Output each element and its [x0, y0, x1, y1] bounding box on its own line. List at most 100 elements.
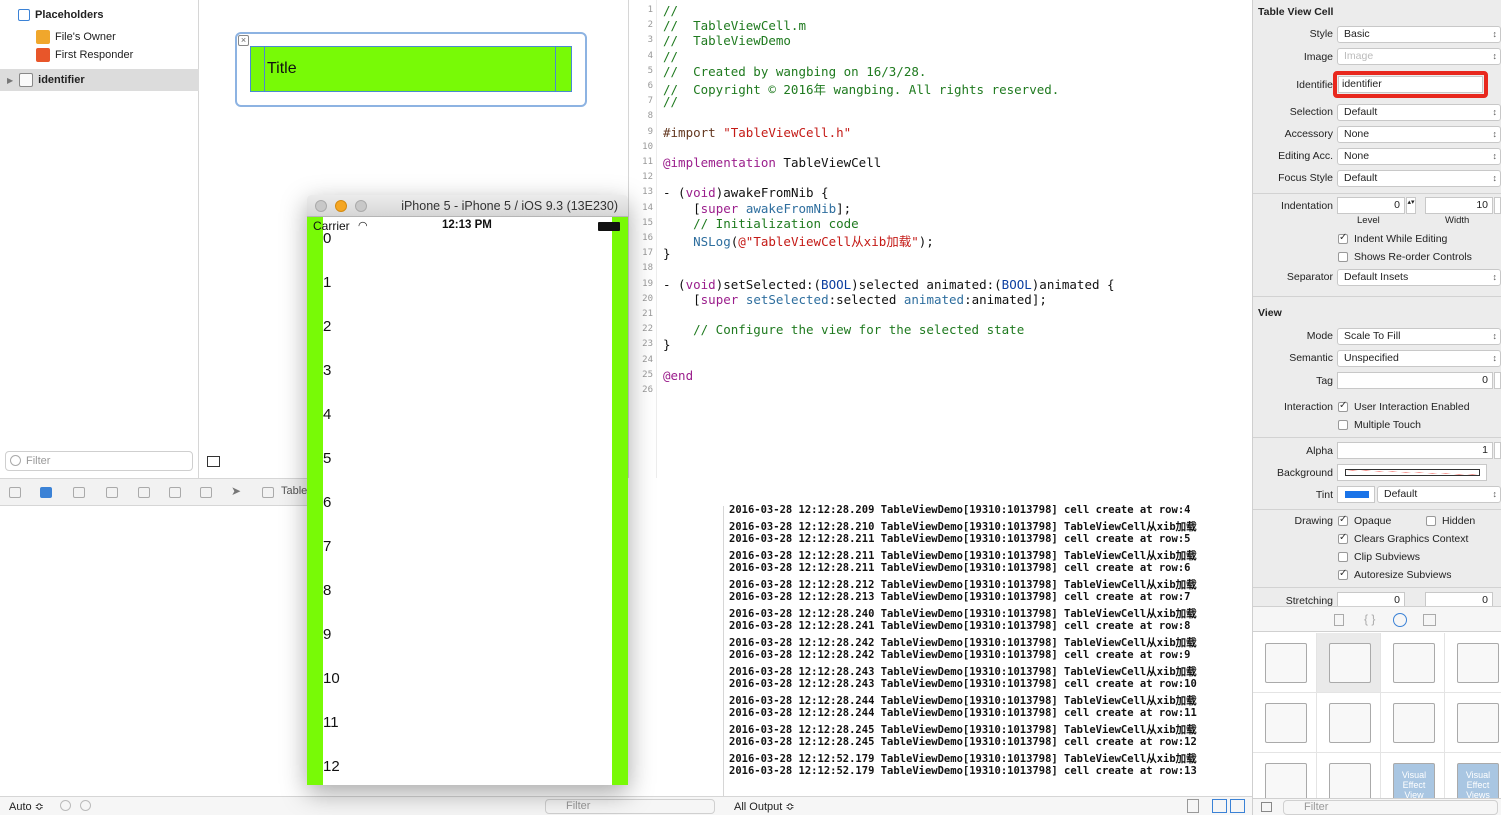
- library-text-view[interactable]: [1381, 693, 1445, 753]
- step-in-icon[interactable]: [138, 487, 150, 498]
- auto-popup[interactable]: Auto ≎: [9, 800, 44, 813]
- media-library-icon[interactable]: [1423, 614, 1436, 626]
- variables-filter-input[interactable]: Filter: [545, 799, 715, 814]
- alpha-field[interactable]: 1: [1337, 442, 1493, 459]
- tint-popup[interactable]: Default: [1377, 486, 1501, 503]
- step-over-icon[interactable]: [106, 487, 118, 498]
- disclosure-triangle-icon[interactable]: ▶: [7, 76, 13, 85]
- location-icon[interactable]: ➤: [231, 484, 243, 498]
- table-row[interactable]: 3: [323, 362, 331, 379]
- section-view: View: [1258, 307, 1282, 319]
- minimize-window-button[interactable]: [335, 200, 347, 212]
- table-row[interactable]: 5: [323, 450, 331, 467]
- stretch-x-field[interactable]: 0: [1337, 592, 1405, 606]
- library-view[interactable]: [1445, 693, 1501, 753]
- object-library: { } Visual Effect View Visual Effect Vie…: [1252, 606, 1501, 815]
- breadcrumb-table[interactable]: Table: [281, 485, 307, 497]
- separator-popup[interactable]: Default Insets: [1337, 269, 1501, 286]
- checkbox-unchecked-icon: [1426, 516, 1436, 526]
- tag-field[interactable]: 0: [1337, 372, 1493, 389]
- stretch-y-field[interactable]: 0: [1425, 592, 1493, 606]
- close-icon[interactable]: ×: [238, 35, 249, 46]
- code-line: // TableViewCell.m: [663, 18, 806, 34]
- identifier-field[interactable]: identifier: [1338, 76, 1483, 93]
- editing-accessory-popup[interactable]: None: [1337, 148, 1501, 165]
- table-row[interactable]: 11: [323, 714, 339, 731]
- outline-identifier-cell[interactable]: ▶ identifier: [0, 69, 199, 91]
- table-row[interactable]: 6: [323, 494, 331, 511]
- table-row[interactable]: 7: [323, 538, 331, 555]
- library-collection-cell[interactable]: [1317, 693, 1381, 753]
- cell-title-label[interactable]: Title: [264, 47, 556, 91]
- outline-placeholders[interactable]: Placeholders: [18, 4, 217, 26]
- accessory-popup[interactable]: None: [1337, 126, 1501, 143]
- zoom-window-button[interactable]: [355, 200, 367, 212]
- background-color-well[interactable]: [1337, 464, 1487, 481]
- indent-level-stepper[interactable]: ▴▾: [1406, 197, 1416, 214]
- table-row[interactable]: 10: [323, 670, 340, 687]
- opaque-checkbox[interactable]: Opaque: [1338, 514, 1391, 527]
- pause-icon[interactable]: [73, 487, 85, 498]
- close-window-button[interactable]: [315, 200, 327, 212]
- table-row[interactable]: 12: [323, 758, 340, 775]
- tag-stepper[interactable]: [1494, 372, 1501, 389]
- file-template-icon[interactable]: [1334, 614, 1344, 626]
- alpha-stepper[interactable]: [1494, 442, 1501, 459]
- table-row[interactable]: 1: [323, 274, 331, 291]
- focus-style-popup[interactable]: Default: [1337, 170, 1501, 187]
- tint-color-well[interactable]: [1337, 486, 1375, 503]
- clears-graphics-checkbox[interactable]: Clears Graphics Context: [1338, 532, 1468, 545]
- list-view-icon[interactable]: [1261, 802, 1272, 812]
- hidden-checkbox[interactable]: Hidden: [1426, 515, 1475, 527]
- files-owner-icon: [36, 30, 50, 44]
- view-hierarchy-icon[interactable]: [200, 487, 212, 498]
- code-snippet-icon[interactable]: { }: [1364, 612, 1375, 626]
- info-icon[interactable]: [80, 800, 91, 811]
- library-image-view[interactable]: [1381, 633, 1445, 693]
- table-row[interactable]: 9: [323, 626, 331, 643]
- outline-filter-input[interactable]: Filter: [5, 451, 193, 471]
- autoresize-checkbox[interactable]: Autoresize Subviews: [1338, 568, 1451, 581]
- clip-subviews-checkbox[interactable]: Clip Subviews: [1338, 551, 1420, 563]
- style-popup[interactable]: Basic: [1337, 26, 1501, 43]
- eye-icon[interactable]: [60, 800, 71, 811]
- outline-toggle-icon[interactable]: [207, 456, 220, 467]
- library-tabs: { }: [1253, 606, 1501, 632]
- mode-popup[interactable]: Scale To Fill: [1337, 328, 1501, 345]
- table-row[interactable]: 0: [323, 230, 331, 247]
- indent-level-field[interactable]: 0: [1337, 197, 1405, 214]
- library-collection-view-controller[interactable]: [1253, 693, 1317, 753]
- multiple-touch-checkbox[interactable]: Multiple Touch: [1338, 419, 1421, 431]
- code-line: #import "TableViewCell.h": [663, 124, 852, 140]
- semantic-popup[interactable]: Unspecified: [1337, 350, 1501, 367]
- table-row[interactable]: 4: [323, 406, 331, 423]
- console-line: 2016-03-28 12:12:28.244 TableViewDemo[19…: [729, 707, 1197, 719]
- console-line: 2016-03-28 12:12:28.240 TableViewDemo[19…: [729, 607, 1197, 620]
- library-collection-view[interactable]: [1445, 633, 1501, 693]
- library-filter-input[interactable]: Filter: [1283, 800, 1498, 815]
- table-row[interactable]: 2: [323, 318, 331, 335]
- object-library-icon[interactable]: [1393, 613, 1407, 627]
- shows-reorder-checkbox[interactable]: Shows Re-order Controls: [1338, 251, 1472, 263]
- library-table-view-controller[interactable]: [1253, 633, 1317, 693]
- table-row[interactable]: 8: [323, 582, 331, 599]
- split-left-icon[interactable]: [1212, 799, 1227, 813]
- code-line: @end: [663, 367, 694, 383]
- visual-effect-views-icon: Visual Effect Views: [1457, 763, 1499, 803]
- line-number: 4: [647, 50, 653, 61]
- user-interaction-checkbox[interactable]: User Interaction Enabled: [1338, 400, 1470, 413]
- image-combo[interactable]: Image: [1337, 48, 1501, 65]
- selection-popup[interactable]: Default: [1337, 104, 1501, 121]
- simulator-table-view[interactable]: [323, 217, 612, 785]
- trash-icon[interactable]: [1187, 799, 1199, 813]
- indent-width-field[interactable]: 10: [1425, 197, 1493, 214]
- indent-while-editing-checkbox[interactable]: Indent While Editing: [1338, 232, 1447, 245]
- breakpoint-icon[interactable]: [40, 487, 52, 498]
- library-table-view[interactable]: [1317, 633, 1381, 693]
- all-output-popup[interactable]: All Output ≎: [734, 800, 795, 813]
- split-right-icon[interactable]: [1230, 799, 1245, 813]
- hide-debug-area-icon[interactable]: [9, 487, 21, 498]
- line-number: 3: [647, 35, 653, 46]
- indent-width-stepper[interactable]: [1494, 197, 1501, 214]
- step-out-icon[interactable]: [169, 487, 181, 498]
